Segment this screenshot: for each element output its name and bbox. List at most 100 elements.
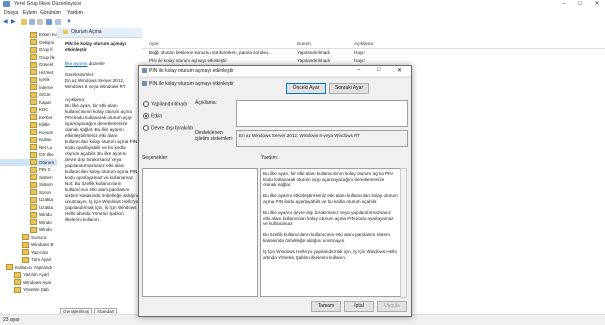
radio-enabled[interactable]: Etkin [143,113,162,119]
folder-icon [30,174,37,181]
folder-icon [22,241,29,248]
window-title: Yerel Grup İlkesi Düzenleyicisi [14,1,82,7]
previous-setting-button[interactable]: Önceki Ayar [286,83,326,94]
tree-item[interactable]: iSCSI [0,91,57,98]
tree-item-label: Kilitle [39,122,50,127]
navigation-tree: Erken Ko Gelişmi Grup İl Grup İlk Güvenl Hizm… [0,28,58,312]
tree-item[interactable]: Yönetim Şab [0,286,57,293]
tree-item[interactable]: OS Ilke [0,151,57,158]
dialog-close-button[interactable]: ✕ [397,67,402,74]
tree-item[interactable]: Hizmet [0,69,57,76]
close-button[interactable]: ✕ [589,0,605,9]
list-cell-name: PIN ile kolay oturum açmayı etkinleştir [149,57,227,63]
back-icon[interactable]: ◀ [3,19,9,25]
radio-circle [143,101,149,107]
list-row[interactable]: Bağlı olunan bekleme konumu sürdürürken,… [142,49,605,56]
show-hide-tree-icon[interactable] [29,19,35,25]
policy-icon [142,81,147,86]
folder-icon [30,106,37,113]
minimize-button[interactable]: – [556,0,572,9]
menu-bar: Dosya Eylem Görünüm Yardım [0,9,605,18]
list-cell-comment: Hayır [354,57,365,63]
folder-icon [30,144,37,151]
tree-item[interactable]: Konum [0,129,57,136]
tree-item-label: Uzakta [39,197,54,202]
tree-item[interactable]: PIN C [0,166,57,173]
tree-item[interactable]: Uzakta [0,204,57,211]
menu-view[interactable]: Görünüm [40,10,61,16]
radio-not-configured[interactable]: Yapılandırılmadı [143,101,187,107]
tree-item[interactable]: Oturum [0,158,57,166]
dialog-title: PIN ile kolay oturum açmayı etkinleştir [149,68,234,74]
col-setting[interactable]: Ayar [149,41,158,46]
help-paragraph: Bu ilke ayarını etkinleştirirseniz etki … [263,193,398,204]
folder-icon [22,256,29,263]
tree-item[interactable]: Kullan [0,136,57,143]
tree-item[interactable]: Yazılım Ayarl [0,271,57,278]
tree-item[interactable]: Windows B [0,241,57,248]
folder-up-icon[interactable] [21,19,27,25]
list-cell-comment: Hayır [354,50,365,55]
tree-item[interactable]: Kapat [0,99,57,106]
tree-item-label: Yazıcılar [31,249,49,255]
menu-action[interactable]: Eylem [23,10,37,16]
tree-item-label: Kullanıcı Yapılandı [15,264,53,270]
extended-description-pane: Oturum Açma PIN ile kolay oturum açmayı … [57,28,142,312]
menu-help[interactable]: Yardım [67,10,83,16]
edit-policy-line: İlke ayarını düzenle [65,61,139,67]
tree-item[interactable]: Grup İlk [0,54,57,61]
tree-item[interactable]: Kullanıcı Yapılandı [0,264,57,271]
tree-item-label: Oturum [39,159,55,165]
tree-item[interactable]: Windo [0,211,57,218]
export-icon[interactable] [55,19,61,25]
tree-item[interactable]: Grup İl [0,46,57,53]
tree-item[interactable]: Net Lo [0,144,57,151]
tree-item[interactable]: Yazıcılar [0,249,57,256]
help-icon[interactable] [46,19,52,25]
edit-policy-link[interactable]: İlke ayarını [65,61,87,66]
tree-item[interactable]: Tüm Ayarl [0,256,57,263]
tree-item[interactable]: Sorun [0,189,57,196]
cancel-button[interactable]: İptal [344,301,374,312]
comment-textbox[interactable] [236,100,408,127]
tree-item[interactable]: Güvenl [0,61,57,68]
description-text: Bu ilke ayarı, bir etki alanı kullanıcıs… [65,103,139,222]
tree-item[interactable]: Sistem [0,174,57,181]
tree-item[interactable]: Gelişmi [0,39,57,46]
properties-icon[interactable] [37,19,43,25]
col-comment[interactable]: Açıklama [354,41,373,46]
tree-item[interactable]: Kerber [0,114,57,121]
tree-item-label: PIN C [39,167,52,172]
next-setting-button[interactable]: Sonraki Ayar [329,83,369,94]
tree-item[interactable]: Erken Ko [0,31,57,38]
filter-icon[interactable]: ▼ [66,19,72,25]
dialog-minimize-button[interactable]: – [357,67,360,73]
col-state[interactable]: Durum [297,41,311,46]
apply-button[interactable]: Uygula [377,301,407,312]
folder-icon [30,136,37,143]
tree-item[interactable]: Uzakta [0,196,57,203]
menu-file[interactable]: Dosya [4,10,18,16]
tree-item[interactable]: KDC [0,106,57,113]
tree-item-label: Grup İlk [39,54,55,60]
tree-item[interactable]: İçerik [0,76,57,83]
dialog-maximize-button[interactable]: □ [377,67,381,73]
tree-item[interactable]: Sistem [0,181,57,188]
tree-item[interactable]: Windo [0,226,57,233]
maximize-button[interactable]: □ [572,0,588,9]
folder-icon [30,204,37,211]
ok-button[interactable]: Tamam [311,301,341,312]
folder-icon [30,31,37,38]
help-scrollbar[interactable] [400,168,407,298]
tree-item[interactable]: Windo [0,219,57,226]
radio-disabled-label: Devre dışı bırakıldı [151,125,193,132]
list-row[interactable]: PIN ile kolay oturum açmayı etkinleştir Y… [142,57,605,64]
tree-item[interactable]: Windows Ayar [0,279,57,286]
tree-item[interactable]: İnterne [0,84,57,91]
radio-disabled[interactable]: Devre dışı bırakıldı [143,125,193,131]
tree-item-label: iSCSI [39,92,51,97]
forward-icon[interactable]: ▶ [11,19,17,25]
tree-item[interactable]: Kilitle [0,121,57,128]
tree-item-label: KDC [39,107,49,112]
tree-item[interactable]: Sunucu [0,234,57,241]
